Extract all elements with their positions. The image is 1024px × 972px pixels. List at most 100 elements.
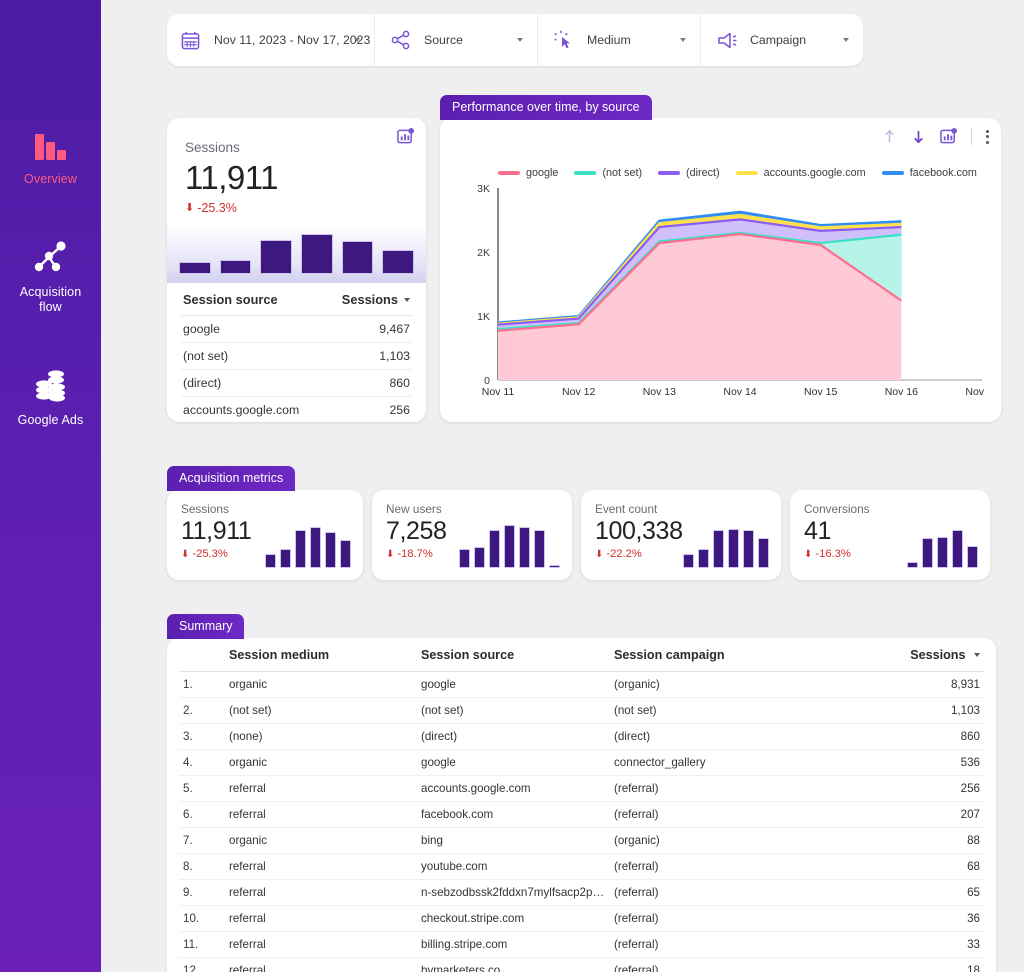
sort-caret-icon[interactable]: [974, 653, 980, 657]
x-axis-tick: Nov 11: [482, 386, 515, 398]
table-row[interactable]: 12. referral bvmarketers.co (referral) 18: [179, 958, 984, 972]
table-row[interactable]: accounts.google.com 256: [181, 397, 412, 422]
table-row[interactable]: 8. referral youtube.com (referral) 68: [179, 854, 984, 880]
table-row[interactable]: (direct) 860: [181, 370, 412, 397]
sidebar-item-google-ads[interactable]: Google Ads: [0, 361, 101, 428]
table-row[interactable]: 11. referral billing.stripe.com (referral) 3…: [179, 932, 984, 958]
sessions-scorecard-header: Sessions 11,911 ⬇ -25.3%: [167, 118, 426, 215]
legend-label: (direct): [686, 167, 720, 179]
sort-asc-icon[interactable]: [882, 129, 897, 144]
arrow-down-icon: ⬇: [595, 548, 604, 560]
cell-sessions: 9,467: [379, 322, 410, 336]
sparkline-bar: [310, 527, 321, 568]
cell-session-source: facebook.com: [421, 808, 494, 821]
sparkline-bar: [683, 554, 694, 568]
cell-session-source: bing: [421, 834, 443, 847]
cell-session-medium: organic: [229, 834, 268, 847]
sparkline-bar: [534, 530, 545, 568]
chevron-down-icon[interactable]: [680, 38, 686, 42]
table-row[interactable]: 3. (none) (direct) (direct) 860: [179, 724, 984, 750]
sidebar: Overview Acquisition flow Google Ads: [0, 0, 101, 972]
metric-card: Sessions 11,911 ⬇ -25.3%: [167, 490, 363, 580]
cell-sessions: 256: [960, 782, 980, 795]
legend-item[interactable]: accounts.google.com: [735, 167, 866, 179]
metric-delta-value: -22.2%: [606, 548, 642, 560]
chevron-down-icon[interactable]: [843, 38, 849, 42]
source-filter[interactable]: Source: [375, 14, 538, 66]
x-axis-tick: Nov 17: [965, 386, 988, 398]
summary-title: Summary: [167, 614, 245, 639]
cell-session-source: (direct): [183, 376, 222, 390]
sparkline-bar: [504, 525, 515, 568]
table-row[interactable]: (not set) 1,103: [181, 343, 412, 370]
cell-session-source: accounts.google.com: [183, 403, 300, 417]
cell-session-source: n-sebzodbssk2fddxn7mylfsacp2p7jskvtbl…: [421, 886, 614, 899]
metric-sparkline: [265, 518, 351, 568]
legend-item[interactable]: (direct): [658, 167, 720, 179]
cell-index: 4.: [183, 756, 193, 769]
cell-index: 8.: [183, 860, 193, 873]
table-row[interactable]: 6. referral facebook.com (referral) 207: [179, 802, 984, 828]
sparkline-bar: [967, 546, 978, 568]
table-row[interactable]: 10. referral checkout.stripe.com (referral)…: [179, 906, 984, 932]
x-axis-tick: Nov 15: [804, 386, 837, 398]
chart-add-icon[interactable]: [940, 128, 957, 145]
filter-bar: Nov 11, 2023 - Nov 17, 2023 Source Mediu…: [167, 14, 863, 66]
legend-item[interactable]: facebook.com: [881, 167, 977, 179]
sparkline-bar: [907, 562, 918, 568]
table-row[interactable]: 5. referral accounts.google.com (referral) 2…: [179, 776, 984, 802]
sidebar-item-overview[interactable]: Overview: [0, 120, 101, 187]
performance-chart-card: Performance over time, by source google …: [440, 95, 1001, 422]
cell-session-campaign: (referral): [614, 886, 659, 899]
table-row[interactable]: 4. organic google connector_gallery 536: [179, 750, 984, 776]
legend-label: accounts.google.com: [763, 167, 866, 179]
sparkline-bar: [219, 260, 252, 274]
legend-item[interactable]: (not set): [574, 167, 642, 179]
table-row[interactable]: 1. organic google (organic) 8,931: [179, 672, 984, 698]
sparkline-bar: [280, 549, 291, 568]
chart-toolbar: [882, 128, 989, 145]
sort-desc-icon[interactable]: [911, 129, 926, 144]
cell-index: 6.: [183, 808, 193, 821]
medium-filter[interactable]: Medium: [538, 14, 701, 66]
cell-index: 7.: [183, 834, 193, 847]
cell-session-source: (not set): [421, 704, 464, 717]
chart-add-icon[interactable]: [397, 128, 414, 150]
x-axis-tick: Nov 16: [885, 386, 918, 398]
date-range-filter[interactable]: Nov 11, 2023 - Nov 17, 2023: [167, 14, 375, 66]
metric-sparkline: [683, 518, 769, 568]
cell-sessions: 536: [960, 756, 980, 769]
megaphone-icon: [717, 31, 743, 50]
cell-sessions: 1,103: [950, 704, 980, 717]
sidebar-item-acquisition-flow[interactable]: Acquisition flow: [0, 233, 101, 315]
table-row[interactable]: 9. referral n-sebzodbssk2fddxn7mylfsacp2p7…: [179, 880, 984, 906]
coins-icon: [31, 361, 71, 403]
column-session-source: Session source: [421, 648, 515, 662]
sparkline-bar: [937, 537, 948, 568]
sessions-value: 11,911: [185, 159, 279, 196]
column-sessions: Sessions: [341, 292, 398, 307]
cell-sessions: 88: [967, 834, 980, 847]
more-options-icon[interactable]: [986, 129, 989, 144]
campaign-filter[interactable]: Campaign: [701, 14, 863, 66]
cell-index: 9.: [183, 886, 193, 899]
table-row[interactable]: google 9,467: [181, 316, 412, 343]
legend-item[interactable]: google: [498, 167, 558, 179]
metric-label: Event count: [595, 502, 658, 516]
x-axis-tick: Nov 14: [723, 386, 756, 398]
cell-sessions: 68: [967, 860, 980, 873]
cell-session-medium: referral: [229, 964, 266, 972]
cell-session-source: google: [421, 678, 456, 691]
cell-index: 3.: [183, 730, 193, 743]
arrow-down-icon: ⬇: [185, 201, 195, 214]
chevron-down-icon[interactable]: [354, 38, 360, 42]
legend-label: (not set): [602, 167, 643, 179]
table-row[interactable]: 2. (not set) (not set) (not set) 1,103: [179, 698, 984, 724]
table-row[interactable]: 7. organic bing (organic) 88: [179, 828, 984, 854]
chevron-down-icon[interactable]: [517, 38, 523, 42]
cell-session-campaign: (referral): [614, 964, 659, 972]
x-axis-tick: Nov 12: [562, 386, 595, 398]
cell-session-medium: organic: [229, 678, 268, 691]
sort-caret-icon[interactable]: [404, 297, 410, 302]
metric-delta-value: -16.3%: [815, 548, 851, 560]
